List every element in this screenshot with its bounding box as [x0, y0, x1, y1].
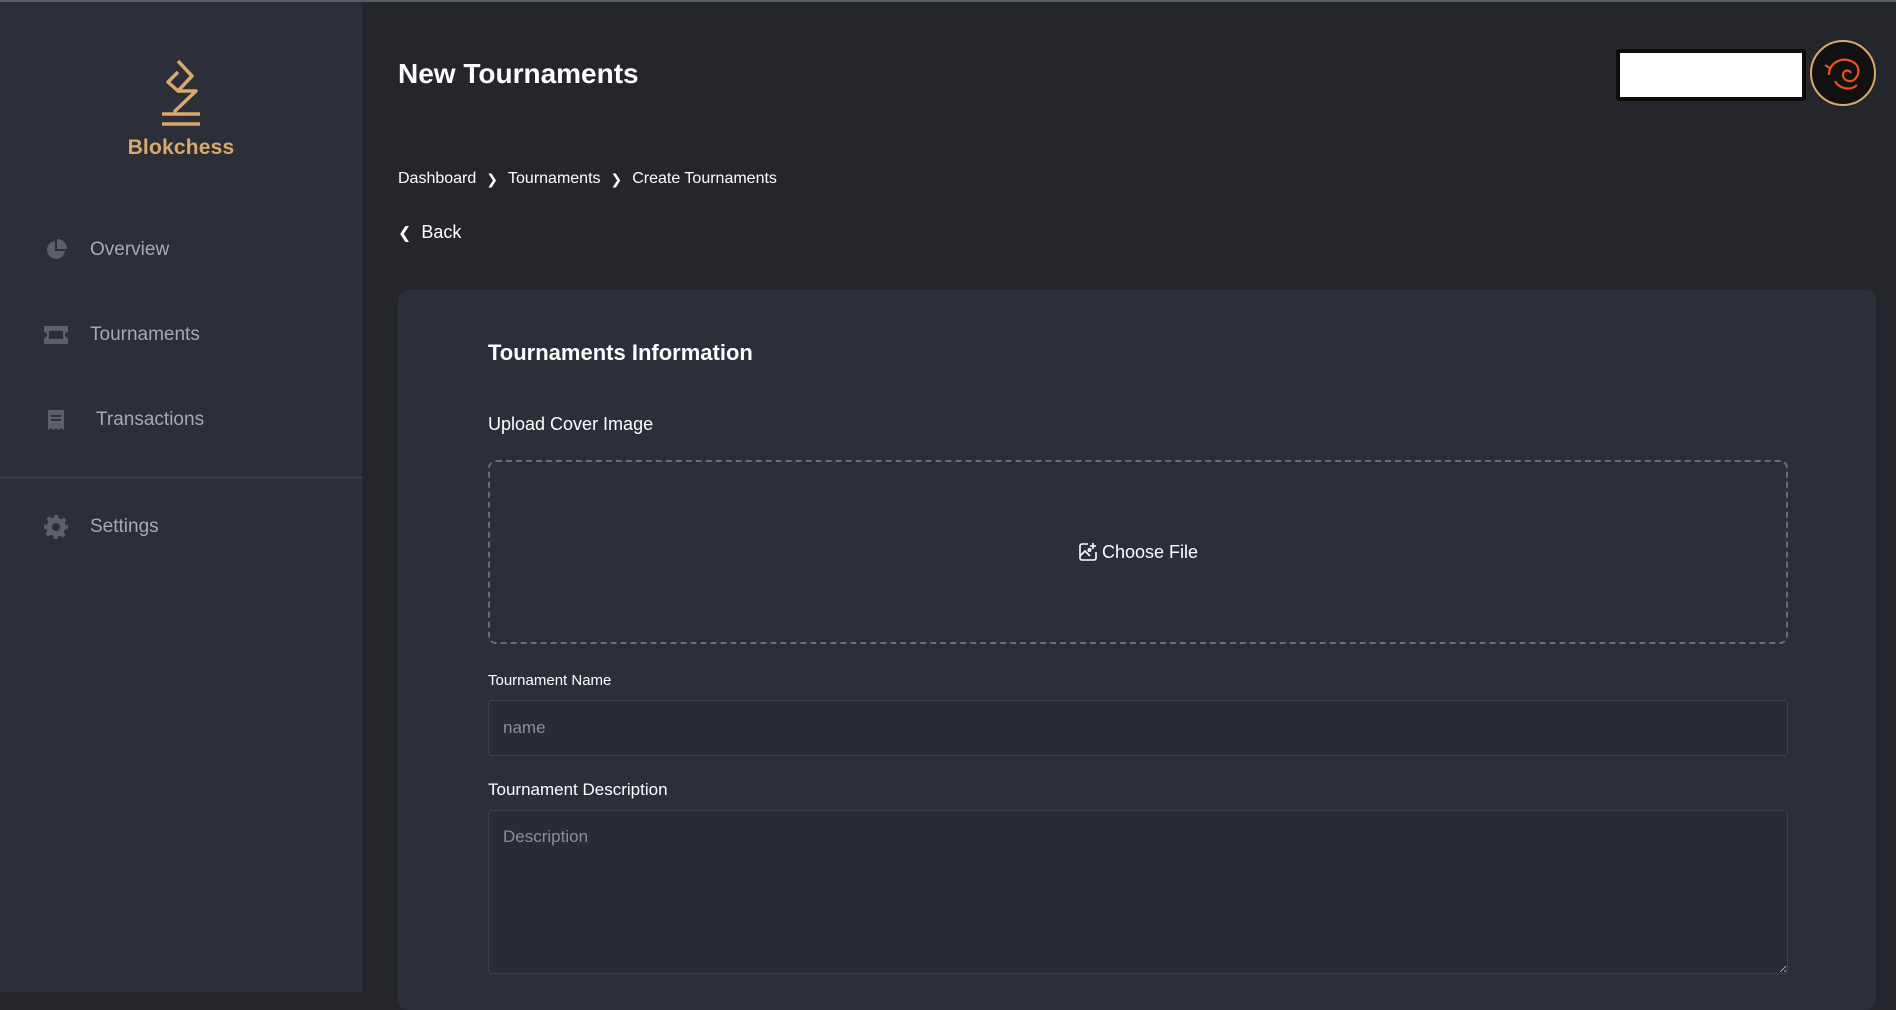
sidebar-item-transactions[interactable]: Transactions	[44, 400, 204, 440]
tournament-description-textarea[interactable]	[488, 810, 1788, 974]
avatar-icon	[1824, 58, 1860, 90]
breadcrumb-dashboard[interactable]: Dashboard	[398, 170, 476, 188]
chevron-right-icon: ❯	[610, 170, 623, 187]
upload-cover-label: Upload Cover Image	[488, 414, 654, 434]
breadcrumb: Dashboard ❯ Tournaments ❯ Create Tournam…	[398, 170, 777, 188]
sidebar-item-label: Tournaments	[90, 324, 200, 345]
pie-chart-icon	[44, 238, 68, 262]
image-add-icon	[1079, 543, 1097, 561]
avatar[interactable]	[1810, 40, 1876, 106]
section-title: Tournaments Information	[488, 340, 753, 365]
sidebar-item-tournaments[interactable]: Tournaments	[44, 315, 200, 355]
sidebar-item-label: Transactions	[96, 409, 205, 430]
brand-name: Blokchess	[127, 136, 235, 159]
redacted-user-field[interactable]	[1616, 49, 1806, 101]
sidebar-item-overview[interactable]: Overview	[44, 230, 169, 270]
tournament-name-label: Tournament Name	[488, 672, 612, 689]
choose-file-button[interactable]: Choose File	[1078, 542, 1198, 563]
tournament-name-input[interactable]	[488, 700, 1788, 756]
chess-knight-logo-icon	[162, 59, 200, 126]
sidebar-item-label: Overview	[90, 239, 170, 260]
sidebar: Blokchess Overview Tournaments Transacti…	[0, 2, 362, 992]
choose-file-label: Choose File	[1101, 541, 1199, 562]
ticket-icon	[44, 323, 68, 347]
gear-icon	[44, 515, 68, 539]
sidebar-item-settings[interactable]: Settings	[44, 507, 159, 547]
chevron-left-icon: ❮	[398, 224, 412, 242]
breadcrumb-create-tournaments: Create Tournaments	[632, 170, 777, 187]
page-title: New Tournaments	[398, 58, 639, 89]
sidebar-divider	[0, 476, 362, 479]
logo[interactable]: Blokchess	[0, 58, 362, 160]
tournament-form-card: Tournaments Information Upload Cover Ima…	[398, 290, 1876, 1010]
sidebar-item-label: Settings	[90, 516, 159, 537]
tournament-description-label: Tournament Description	[488, 780, 668, 799]
back-label: Back	[421, 222, 462, 242]
receipt-icon	[44, 408, 68, 432]
back-button[interactable]: ❮ Back	[398, 222, 461, 243]
main-content: New Tournaments Dashboard ❯ Tournaments …	[362, 2, 1896, 1010]
chevron-right-icon: ❯	[486, 170, 499, 187]
cover-image-dropzone[interactable]: Choose File	[488, 460, 1788, 644]
breadcrumb-tournaments[interactable]: Tournaments	[508, 170, 601, 188]
